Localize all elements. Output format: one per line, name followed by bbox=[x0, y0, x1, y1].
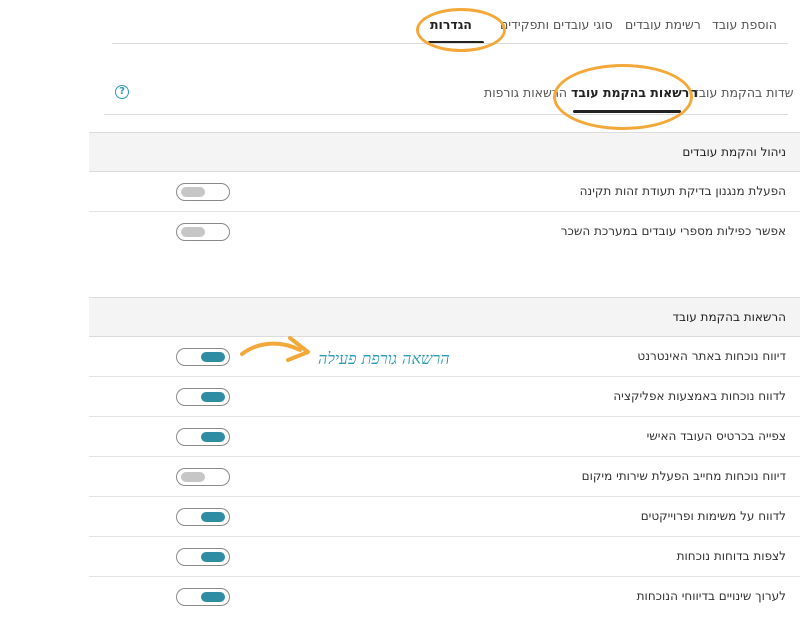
toggle-switch[interactable] bbox=[176, 183, 230, 201]
toggle-knob bbox=[201, 552, 225, 562]
section-header-employee-management: ניהול והקמת עובדים bbox=[89, 132, 800, 172]
toggle-knob bbox=[201, 392, 225, 402]
setting-label: לצפות בדוחות נוכחות bbox=[676, 549, 786, 563]
toggle-switch[interactable] bbox=[176, 548, 230, 566]
section-title: הרשאות בהקמת עובד bbox=[672, 310, 786, 324]
tab-employee-list[interactable]: רשימת עובדים bbox=[625, 17, 701, 32]
toggle-switch[interactable] bbox=[176, 508, 230, 526]
active-subtab-indicator bbox=[573, 110, 681, 113]
setting-label: דיווח נוכחות מחייב הפעלת שירותי מיקום bbox=[581, 469, 786, 483]
setting-row: לדווח על משימות ופרוייקטים bbox=[89, 497, 800, 537]
toggle-switch[interactable] bbox=[176, 428, 230, 446]
toggle-knob bbox=[181, 227, 205, 237]
toggle-knob bbox=[201, 512, 225, 522]
setting-label: לדווח נוכחות באמצעות אפליקציה bbox=[613, 389, 786, 403]
setting-label: דיווח נוכחות באתר האינטרנט bbox=[637, 349, 786, 363]
toggle-knob bbox=[181, 187, 205, 197]
subtab-global-permissions[interactable]: הרשאות גורפות bbox=[484, 85, 567, 100]
toggle-switch[interactable] bbox=[176, 588, 230, 606]
setting-row: הפעלת מנגנון בדיקת תעודת זהות תקינה bbox=[89, 172, 800, 212]
setting-row: לערוך שינויים בדיווחי הנוכחות bbox=[89, 577, 800, 617]
tab-add-employee[interactable]: הוספת עובד bbox=[712, 17, 777, 32]
toggle-knob bbox=[181, 472, 205, 482]
setting-row: אפשר כפילות מספרי עובדים במערכת השכר bbox=[89, 212, 800, 252]
setting-row: צפייה בכרטיס העובד האישי bbox=[89, 417, 800, 457]
annotation-arrow-icon bbox=[240, 336, 310, 362]
tab-employee-types[interactable]: סוגי עובדים ותפקידים bbox=[500, 17, 613, 32]
toggle-switch[interactable] bbox=[176, 388, 230, 406]
setting-label: אפשר כפילות מספרי עובדים במערכת השכר bbox=[560, 224, 786, 238]
subtab-employee-fields[interactable]: שדות בהקמת עובד bbox=[692, 85, 794, 100]
divider bbox=[112, 43, 788, 44]
setting-label: צפייה בכרטיס העובד האישי bbox=[646, 429, 786, 443]
toggle-knob bbox=[201, 352, 225, 362]
tab-settings[interactable]: הגדרות bbox=[430, 17, 472, 32]
toggle-knob bbox=[201, 592, 225, 602]
setting-row: לדווח נוכחות באמצעות אפליקציה bbox=[89, 377, 800, 417]
toggle-knob bbox=[201, 432, 225, 442]
help-icon[interactable]: ? bbox=[115, 85, 129, 99]
top-tab-bar: הוספת עובד רשימת עובדים סוגי עובדים ותפק… bbox=[0, 0, 800, 44]
subtab-creation-permissions[interactable]: הרשאות בהקמת עובד bbox=[571, 85, 698, 100]
toggle-switch[interactable] bbox=[176, 468, 230, 486]
section-header-creation-permissions: הרשאות בהקמת עובד bbox=[89, 297, 800, 337]
setting-label: לערוך שינויים בדיווחי הנוכחות bbox=[636, 589, 786, 603]
section-title: ניהול והקמת עובדים bbox=[682, 145, 786, 159]
setting-row: לצפות בדוחות נוכחות bbox=[89, 537, 800, 577]
divider bbox=[104, 114, 788, 115]
setting-row: דיווח נוכחות מחייב הפעלת שירותי מיקום bbox=[89, 457, 800, 497]
toggle-switch[interactable] bbox=[176, 348, 230, 366]
setting-label: לדווח על משימות ופרוייקטים bbox=[640, 509, 786, 523]
annotation-text: הרשאה גורפת פעילה bbox=[318, 349, 450, 368]
toggle-switch[interactable] bbox=[176, 223, 230, 241]
setting-label: הפעלת מנגנון בדיקת תעודת זהות תקינה bbox=[579, 184, 786, 198]
